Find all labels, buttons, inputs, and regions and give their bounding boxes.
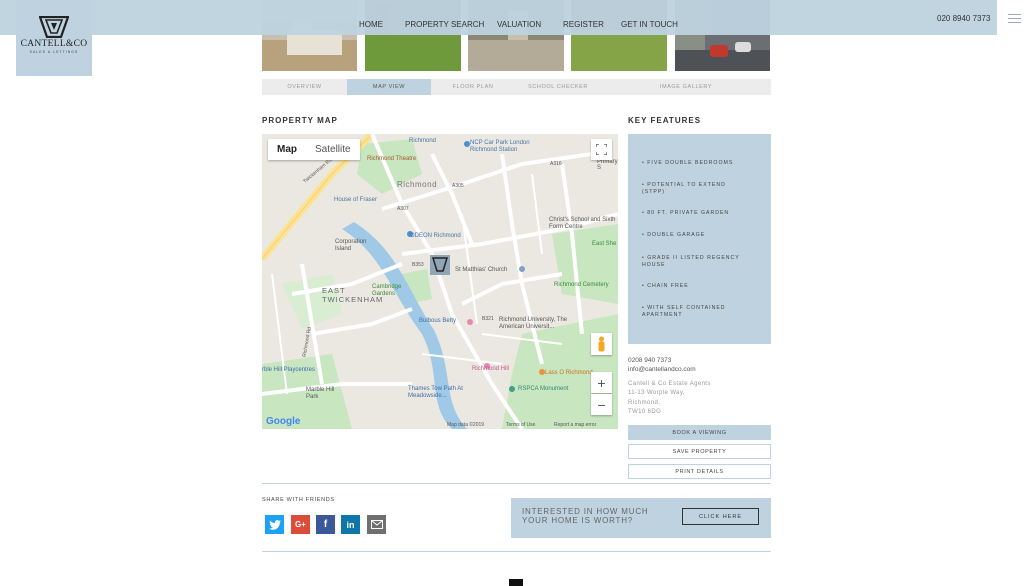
map-terms-link[interactable]: Terms of Use xyxy=(506,422,535,428)
feature-item: • POTENTIAL TO EXTEND (STPP) xyxy=(642,182,726,195)
map-label-b353: B353 xyxy=(412,262,424,268)
brand-name: CANTELL&CO xyxy=(20,39,88,49)
map-label-thames-tow-path: Thames Tow Path At Meadowside... xyxy=(408,386,463,399)
facebook-icon[interactable]: f xyxy=(316,515,335,534)
map-label-corporation-island: Corporation Island xyxy=(335,239,367,252)
property-map-title: PROPERTY MAP xyxy=(262,116,338,125)
map-label-a307: A307 xyxy=(397,206,409,212)
map-label-cambridge-gardens: Cambridge Gardens xyxy=(372,284,402,297)
map-label-primary-s: Primary S xyxy=(597,159,618,171)
nav-valuation[interactable]: VALUATION xyxy=(497,14,541,32)
print-details-button[interactable]: PRINT DETAILS xyxy=(628,464,771,479)
property-tabs: OVERVIEW MAP VIEW FLOOR PLAN SCHOOL CHEC… xyxy=(262,79,771,95)
map-data-credit: Map data ©2019 xyxy=(447,422,485,428)
google-plus-icon[interactable]: G+ xyxy=(291,515,310,534)
map-label-marble-hill-park: Marble Hill Park xyxy=(306,387,335,400)
feature-item: • WITH SELF CONTAINED APARTMENT xyxy=(642,305,726,318)
google-logo[interactable]: Google xyxy=(266,416,300,427)
map-label-bulbous-betty: Bulbous Betty xyxy=(419,318,457,324)
feature-item: • CHAIN FREE xyxy=(642,283,689,289)
map-type-map-button[interactable]: Map xyxy=(268,139,306,160)
map-label-rspca: RSPCA Monument xyxy=(518,386,569,392)
tab-overview[interactable]: OVERVIEW xyxy=(262,79,347,95)
divider xyxy=(262,551,771,552)
map-label-a305: A305 xyxy=(452,183,464,189)
google-map[interactable]: Richmond NCP Car Park London Richmond St… xyxy=(262,134,618,429)
feature-item: • DOUBLE GARAGE xyxy=(642,232,706,238)
map-label-richmond-station: Richmond xyxy=(409,138,437,144)
hamburger-icon[interactable] xyxy=(1008,14,1021,23)
map-label-richmond-theatre: Richmond Theatre xyxy=(367,156,417,162)
map-label-christs-school: Christ's School and Sixth Form Centre xyxy=(549,217,616,230)
map-label-lass-o-richmond: Lass O Richmond xyxy=(545,370,593,376)
map-label-richmond-university: Richmond University, The American Univer… xyxy=(499,317,568,330)
map-label-st-matthias: St Matthias' Church xyxy=(455,267,508,273)
divider xyxy=(262,483,771,484)
logo-mark-icon xyxy=(39,16,69,38)
tab-image-gallery[interactable]: IMAGE GALLERY xyxy=(601,79,771,95)
map-report-link[interactable]: Report a map error xyxy=(554,422,596,428)
street-view-pegman-icon[interactable] xyxy=(591,333,612,355)
linkedin-icon[interactable]: in xyxy=(341,515,360,534)
map-label-east-she: East She xyxy=(592,241,617,247)
fullscreen-icon[interactable] xyxy=(591,139,612,160)
feature-item: • 80 FT. PRIVATE GARDEN xyxy=(642,210,730,216)
key-features-panel: • FIVE DOUBLE BEDROOMS • POTENTIAL TO EX… xyxy=(628,134,771,344)
nav-property-search[interactable]: PROPERTY SEARCH xyxy=(405,14,484,32)
feature-item: • FIVE DOUBLE BEDROOMS xyxy=(642,160,734,166)
map-label-richmond-cemetery: Richmond Cemetery xyxy=(554,282,609,288)
header-phone[interactable]: 020 8940 7373 xyxy=(937,14,990,23)
nav-register[interactable]: REGISTER xyxy=(563,14,604,32)
map-label-odeon: ODEON Richmond xyxy=(410,233,461,239)
map-label-marble-hill-playcentres: rble Hill Playcentres xyxy=(262,367,316,373)
tab-map-view[interactable]: MAP VIEW xyxy=(347,79,431,95)
zoom-out-icon[interactable]: − xyxy=(591,394,612,415)
share-title: SHARE WITH FRIENDS xyxy=(262,497,335,503)
tab-school-checker[interactable]: SCHOOL CHECKER xyxy=(515,79,601,95)
zoom-in-icon[interactable]: + xyxy=(591,372,612,393)
nav-home[interactable]: HOME xyxy=(359,14,383,32)
contact-email[interactable]: info@cantellandco.com xyxy=(628,366,696,375)
map-label-a316: A316 xyxy=(550,161,562,167)
map-label-b321: B321 xyxy=(482,316,494,322)
tab-floor-plan[interactable]: FLOOR PLAN xyxy=(431,79,515,95)
map-label-ncp: NCP Car Park London Richmond Station xyxy=(470,140,530,153)
map-label-house-of-fraser: House of Fraser xyxy=(334,197,378,203)
contact-phone[interactable]: 0208 940 7373 xyxy=(628,357,696,366)
map-type-toggle: Map Satellite xyxy=(268,139,360,160)
email-icon[interactable] xyxy=(367,515,386,534)
map-label-richmond: Richmond xyxy=(397,180,438,189)
save-property-button[interactable]: SAVE PROPERTY xyxy=(628,444,771,459)
twitter-icon[interactable] xyxy=(265,515,284,534)
brand-logo[interactable]: CANTELL&CO SALES & LETTINGS xyxy=(16,0,92,76)
brand-tagline: SALES & LETTINGS xyxy=(29,50,79,54)
map-label-richmond-hill: Richmond Hill xyxy=(472,366,510,372)
click-here-button[interactable]: CLICK HERE xyxy=(682,508,759,525)
key-features-title: KEY FEATURES xyxy=(628,116,702,125)
agent-address: Cantell & Co Estate Agents 11-13 Worple … xyxy=(628,381,711,415)
nav-get-in-touch[interactable]: GET IN TOUCH xyxy=(621,14,678,32)
valuation-cta-text: INTERESTED IN HOW MUCH YOUR HOME IS WORT… xyxy=(522,507,649,525)
back-to-top-icon[interactable] xyxy=(509,579,523,586)
contact-block: 0208 940 7373 info@cantellandco.com xyxy=(628,357,696,374)
book-viewing-button[interactable]: BOOK A VIEWING xyxy=(628,425,771,440)
map-type-satellite-button[interactable]: Satellite xyxy=(306,139,360,160)
feature-item: • GRADE II LISTED REGENCY HOUSE xyxy=(642,255,740,268)
